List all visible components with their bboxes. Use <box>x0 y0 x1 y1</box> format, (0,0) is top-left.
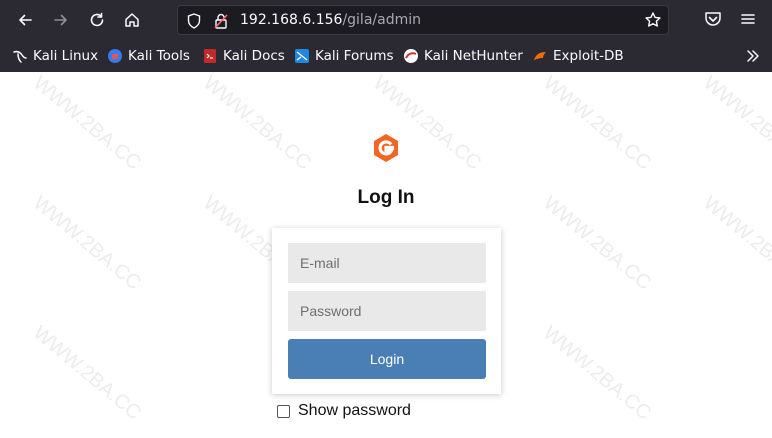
bookmark-exploit-db[interactable]: Exploit-DB <box>532 47 624 65</box>
forward-button[interactable] <box>49 8 73 32</box>
bookmark-kali-docs[interactable]: Kali Docs <box>202 47 285 65</box>
gila-logo-icon <box>374 134 398 162</box>
address-bar[interactable]: 192.168.6.156/gila/admin <box>177 5 669 35</box>
bookmark-label: Kali NetHunter <box>424 48 523 64</box>
browser-chrome: 192.168.6.156/gila/admin Kali Linux Kali… <box>0 0 772 72</box>
exploit-db-icon <box>532 48 548 64</box>
home-icon <box>125 13 139 27</box>
bookmark-label: Kali Forums <box>315 48 394 64</box>
kali-dragon-icon <box>12 48 28 64</box>
login-page: WWW.2BA.CC WWW.2BA.CC WWW.2BA.CC WWW.2BA… <box>0 72 772 438</box>
page-title: Log In <box>357 187 415 208</box>
kali-docs-icon <box>202 48 218 64</box>
nethunter-icon <box>403 48 419 64</box>
reload-icon <box>90 12 104 27</box>
url-text[interactable]: 192.168.6.156/gila/admin <box>240 12 421 28</box>
back-button[interactable] <box>13 8 37 32</box>
home-button[interactable] <box>120 8 144 32</box>
login-button[interactable]: Login <box>288 339 486 379</box>
chevron-double-right-icon[interactable] <box>744 47 762 65</box>
arrow-right-icon <box>54 14 67 26</box>
watermark: WWW.2BA.CC <box>538 321 656 425</box>
watermark: WWW.2BA.CC <box>28 71 146 175</box>
watermark: WWW.2BA.CC <box>538 71 656 175</box>
bookmark-label: Kali Docs <box>223 48 285 64</box>
password-field[interactable] <box>288 291 486 331</box>
bookmark-label: Exploit-DB <box>553 48 624 64</box>
kali-tools-icon <box>107 48 123 64</box>
watermark: WWW.2BA.CC <box>698 71 772 175</box>
show-password-label: Show password <box>298 402 411 419</box>
bookmark-kali-linux[interactable]: Kali Linux <box>12 47 98 65</box>
bookmark-kali-forums[interactable]: Kali Forums <box>294 47 394 65</box>
watermark: WWW.2BA.CC <box>198 71 316 175</box>
bookmark-kali-nethunter[interactable]: Kali NetHunter <box>403 47 523 65</box>
url-host: 192.168.6.156 <box>240 12 343 28</box>
bookmark-label: Kali Tools <box>128 48 190 64</box>
reload-button[interactable] <box>85 8 109 32</box>
show-password-toggle[interactable]: Show password <box>277 402 411 420</box>
arrow-left-icon <box>19 14 32 26</box>
bookmark-label: Kali Linux <box>33 48 99 64</box>
bookmark-star-icon[interactable] <box>644 11 662 29</box>
navigation-toolbar: 192.168.6.156/gila/admin <box>0 0 772 40</box>
pocket-icon[interactable] <box>702 8 724 30</box>
insecure-lock-icon[interactable] <box>213 12 229 30</box>
show-password-checkbox[interactable] <box>277 404 290 418</box>
login-form: Login <box>272 228 501 394</box>
kali-forums-icon <box>294 48 310 64</box>
email-field[interactable] <box>288 243 486 283</box>
hamburger-menu-icon[interactable] <box>737 8 759 30</box>
watermark: WWW.2BA.CC <box>28 321 146 425</box>
bookmarks-toolbar: Kali Linux Kali Tools Kali Docs Kali For… <box>0 40 772 72</box>
bookmark-kali-tools[interactable]: Kali Tools <box>107 47 190 65</box>
tracking-shield-icon[interactable] <box>187 13 201 29</box>
url-path: /gila/admin <box>342 12 421 28</box>
